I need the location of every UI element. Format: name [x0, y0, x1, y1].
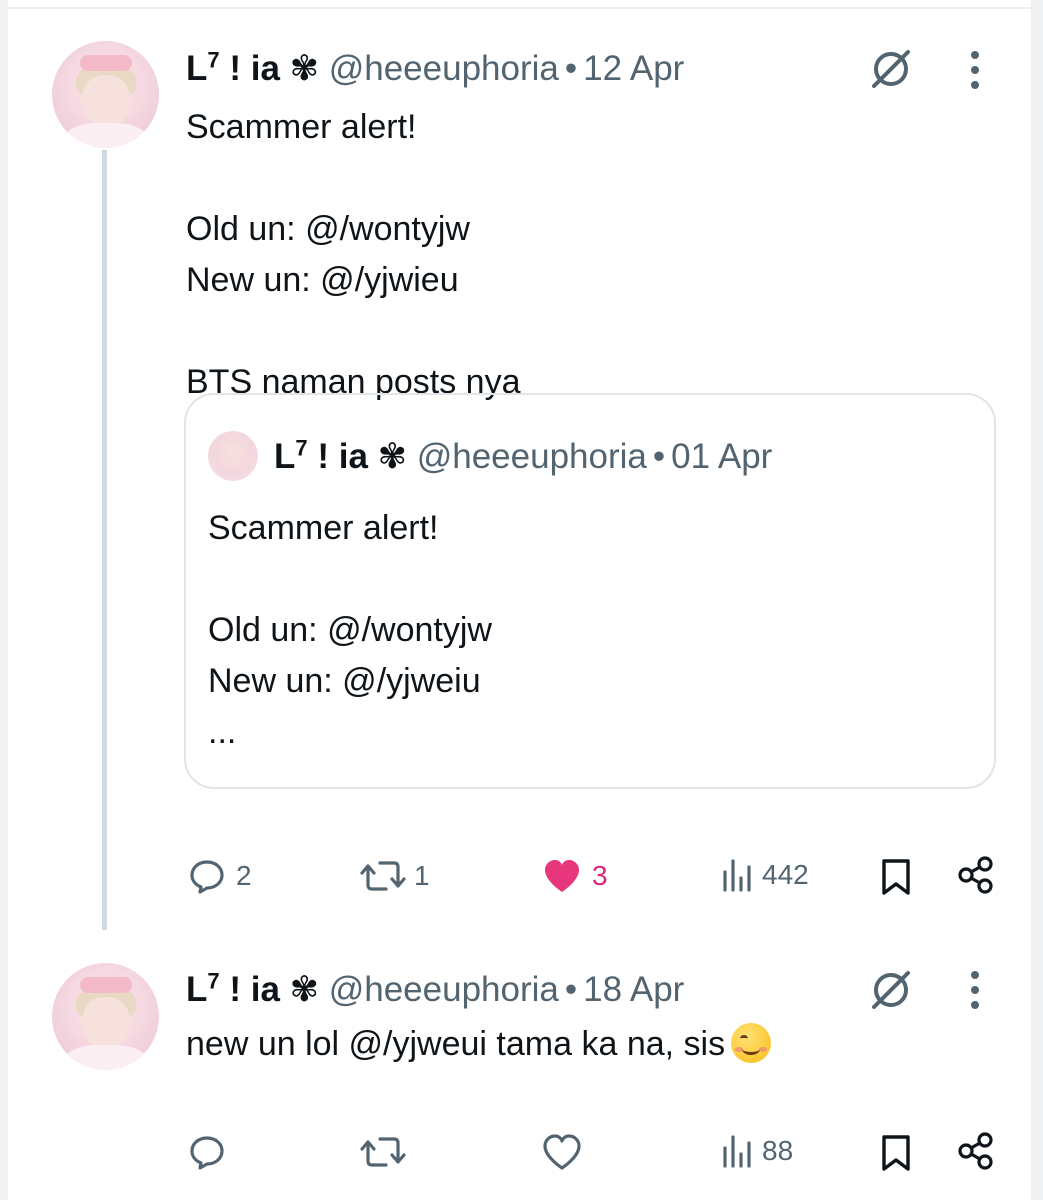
quote-display-name: L7 ! ia ✾	[274, 435, 407, 476]
avatar-body	[64, 123, 148, 148]
views-button[interactable]: 88	[720, 1133, 793, 1169]
separator-dot: •	[564, 970, 578, 1009]
separator-dot: •	[652, 437, 666, 476]
display-name[interactable]: L7 ! ia ✾	[186, 49, 319, 88]
repost-icon	[360, 1137, 406, 1167]
display-name[interactable]: L7 ! ia ✾	[186, 970, 319, 1009]
grok-icon[interactable]	[868, 46, 914, 92]
avatar-headband	[80, 55, 132, 71]
reply-button[interactable]: 2	[188, 857, 252, 895]
separator-dot: •	[564, 49, 578, 88]
like-icon	[545, 860, 579, 892]
share-icon[interactable]	[956, 855, 996, 895]
avatar[interactable]	[52, 963, 159, 1070]
left-edge	[0, 0, 8, 1200]
bookmark-icon[interactable]	[878, 1133, 914, 1173]
tweet-header: L7 ! ia ✾ @heeeuphoria • 12 Apr	[186, 49, 684, 89]
like-count: 3	[592, 860, 608, 891]
like-button[interactable]: 3	[542, 857, 608, 895]
share-icon[interactable]	[956, 1131, 996, 1171]
views-button[interactable]: 442	[720, 857, 809, 893]
more-icon[interactable]	[968, 968, 982, 1012]
thread-connector-line	[102, 150, 107, 930]
quote-header: L7 ! ia ✾ @heeeuphoria • 01 Apr	[274, 437, 772, 477]
views-icon	[723, 1135, 751, 1168]
reply-icon	[190, 860, 224, 894]
tweet-text: new un lol @/yjweui tama ka na, sis	[186, 1022, 772, 1066]
views-icon	[723, 859, 751, 892]
right-edge	[1031, 0, 1043, 1200]
quote-date: 01 Apr	[671, 437, 773, 476]
repost-button[interactable]	[358, 1133, 418, 1171]
smiling-face-emoji	[731, 1023, 772, 1063]
reply-count: 2	[236, 860, 252, 891]
quoted-tweet[interactable]: L7 ! ia ✾ @heeeuphoria • 01 Apr Scammer al…	[184, 393, 996, 789]
top-divider	[0, 7, 1043, 9]
user-handle[interactable]: @heeeuphoria	[329, 49, 559, 88]
post-date[interactable]: 12 Apr	[583, 49, 684, 88]
post-date[interactable]: 18 Apr	[583, 970, 684, 1009]
more-icon[interactable]	[968, 48, 982, 92]
like-button[interactable]	[542, 1133, 592, 1171]
user-handle[interactable]: @heeeuphoria	[329, 970, 559, 1009]
avatar-headband	[80, 977, 132, 993]
repost-button[interactable]: 1	[358, 857, 430, 895]
repost-icon	[360, 861, 406, 891]
view-count: 88	[762, 1135, 794, 1166]
reply-button[interactable]	[188, 1133, 236, 1171]
reply-icon	[190, 1136, 224, 1170]
avatar-body	[64, 1045, 148, 1070]
view-count: 442	[762, 859, 809, 890]
avatar-face	[82, 75, 130, 127]
quote-text: Scammer alert! Old un: @/wontyjw New un:…	[208, 509, 492, 751]
bookmark-icon[interactable]	[878, 857, 914, 897]
avatar[interactable]	[52, 41, 159, 148]
quote-avatar	[208, 431, 258, 481]
tweet-text: Scammer alert! Old un: @/wontyjw New un:…	[186, 108, 521, 401]
avatar-face	[82, 997, 130, 1049]
quote-user-handle: @heeeuphoria	[416, 437, 647, 476]
repost-count: 1	[414, 860, 430, 891]
like-icon	[543, 1134, 581, 1170]
tweet-header: L7 ! ia ✾ @heeeuphoria • 18 Apr	[186, 970, 684, 1010]
grok-icon[interactable]	[868, 967, 914, 1013]
tweet-text-content: new un lol @/yjweui tama ka na, sis	[186, 1025, 726, 1063]
